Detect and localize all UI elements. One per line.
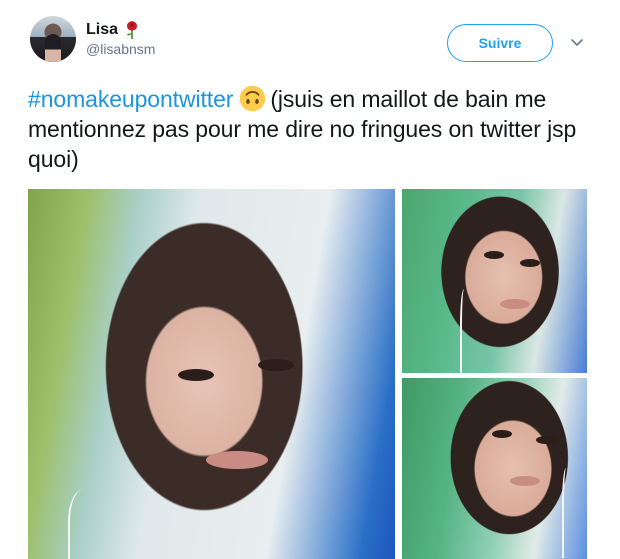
- eye: [536, 436, 556, 444]
- lips: [510, 476, 540, 486]
- display-name[interactable]: Lisa: [86, 21, 118, 39]
- earphone-cable: [68, 489, 108, 559]
- photo-main[interactable]: [28, 189, 395, 559]
- chevron-down-icon[interactable]: [570, 38, 584, 48]
- eye: [520, 259, 540, 267]
- photo-top-right[interactable]: [402, 189, 587, 373]
- hashtag-link[interactable]: #nomakeupontwitter: [28, 86, 233, 112]
- user-handle[interactable]: @lisabnsm: [86, 41, 155, 57]
- avatar[interactable]: [30, 16, 76, 62]
- eye: [258, 359, 294, 371]
- upside-down-face-icon: [240, 85, 266, 112]
- eye: [178, 369, 214, 381]
- user-name-row[interactable]: Lisa: [86, 20, 140, 40]
- photo-bottom-right[interactable]: [402, 378, 587, 559]
- earphone-cable: [562, 468, 572, 558]
- tweet-header: Lisa @lisabnsm Suivre: [0, 0, 620, 80]
- lips: [500, 299, 530, 309]
- lips: [206, 451, 268, 469]
- earphone-cable: [460, 289, 470, 373]
- rose-icon: [127, 21, 137, 39]
- eye: [492, 430, 512, 438]
- follow-button[interactable]: Suivre: [447, 24, 553, 62]
- tweet-text: #nomakeupontwitter (jsuis en maillot de …: [28, 84, 588, 174]
- eye: [484, 251, 504, 259]
